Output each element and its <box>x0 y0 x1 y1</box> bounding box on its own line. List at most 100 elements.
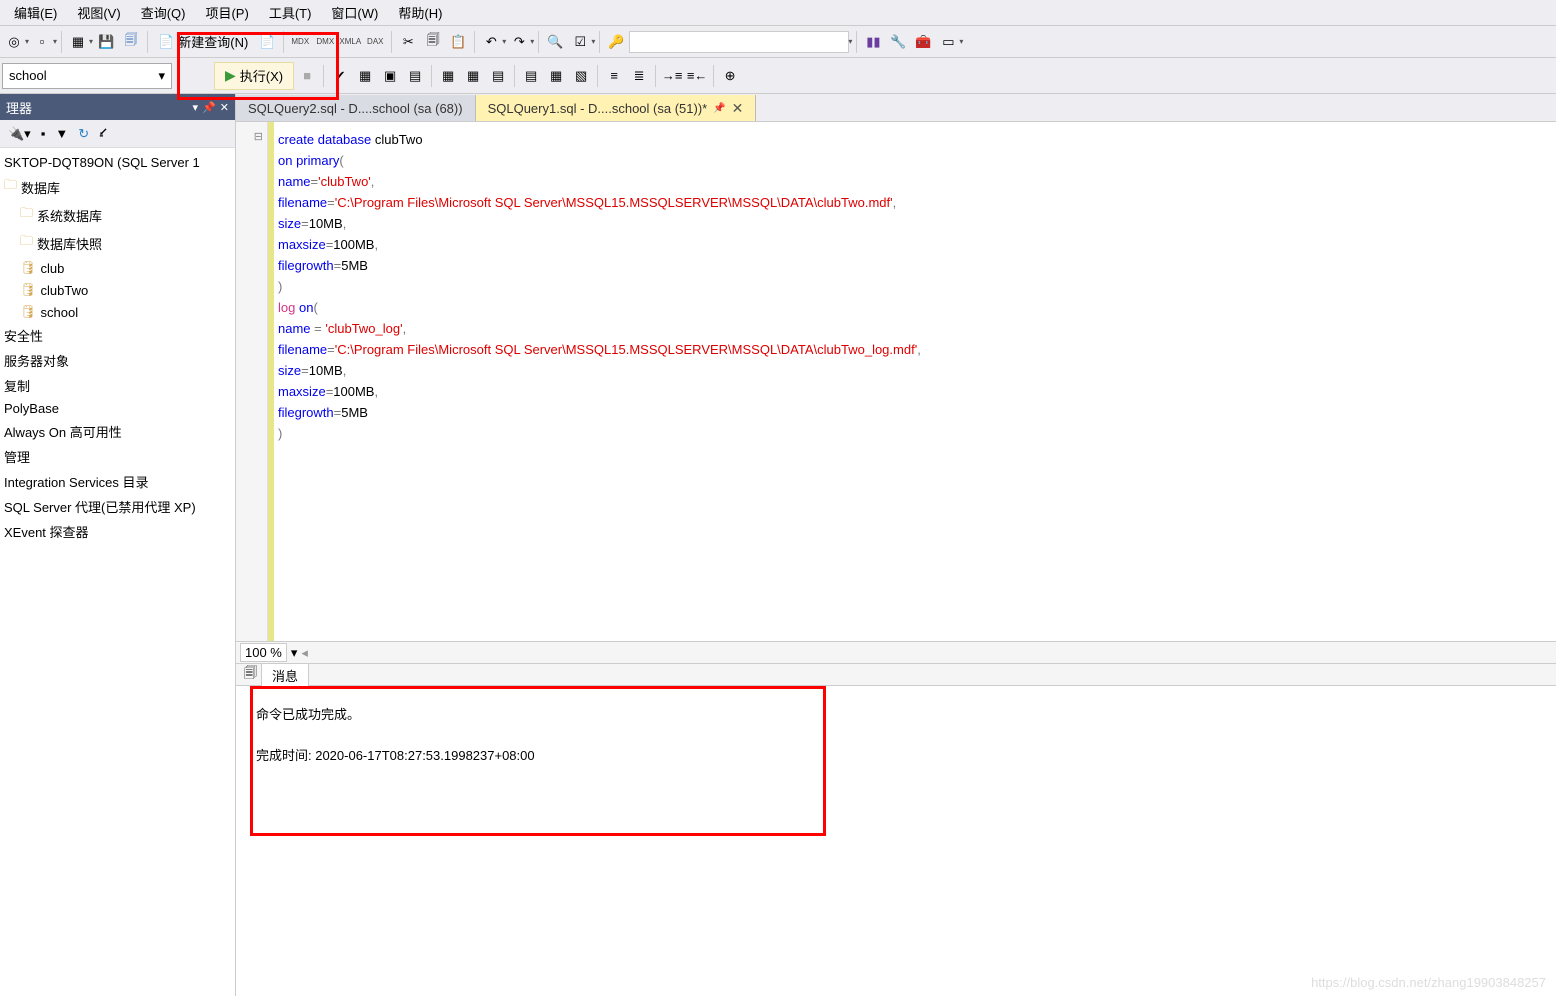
save-all-btn[interactable]: 🗐 <box>119 30 143 54</box>
dropdown-icon[interactable]: ▾ <box>89 37 93 46</box>
results-grid-btn[interactable]: ▦ <box>544 64 568 88</box>
dropdown-icon[interactable]: ▾ <box>959 37 963 46</box>
execute-label: 执行(X) <box>240 66 283 85</box>
scroll-left-icon[interactable]: ◂ <box>301 645 308 661</box>
menu-window[interactable]: 窗口(W) <box>321 1 388 24</box>
panel-close-icon[interactable]: ✕ <box>220 101 229 114</box>
messages-tab[interactable]: 消息 <box>261 663 309 687</box>
connect-icon[interactable]: 🔌▾ <box>8 126 31 142</box>
results-file-btn[interactable]: ▧ <box>569 64 593 88</box>
pin-icon[interactable]: 📌 <box>713 103 725 114</box>
server-node[interactable]: SKTOP-DQT89ON (SQL Server 1 <box>0 152 235 173</box>
menu-query[interactable]: 查询(Q) <box>131 1 196 24</box>
dropdown-icon[interactable]: ▾ <box>25 37 29 46</box>
dropdown-icon[interactable]: ▾ <box>502 37 506 46</box>
tree-item-7[interactable]: 服务器对象 <box>0 348 235 373</box>
comment-btn[interactable]: ≡ <box>602 64 626 88</box>
database-icon: 🛢 <box>20 260 37 276</box>
tree-item-3[interactable]: 🛢 club <box>0 257 235 279</box>
menu-view[interactable]: 视图(V) <box>67 1 130 24</box>
tree-item-label: 数据库快照 <box>37 234 102 253</box>
ssms-btn[interactable]: ▤ <box>403 64 427 88</box>
tree-item-label: PolyBase <box>4 401 59 416</box>
clientstats-btn[interactable]: ▤ <box>486 64 510 88</box>
tree-item-14[interactable]: XEvent 探查器 <box>0 519 235 544</box>
tree-item-12[interactable]: Integration Services 目录 <box>0 469 235 494</box>
tree-item-10[interactable]: Always On 高可用性 <box>0 419 235 444</box>
copy-btn[interactable]: 🗐 <box>421 30 445 54</box>
dmx-btn[interactable]: DMX <box>313 30 337 54</box>
dropdown-icon[interactable]: ▾ <box>591 37 595 46</box>
stop-btn[interactable]: ■ <box>295 64 319 88</box>
xmla-btn[interactable]: XMLA <box>338 30 362 54</box>
panel-dropdown-icon[interactable]: ▾ <box>193 101 199 114</box>
menu-tools[interactable]: 工具(T) <box>259 1 322 24</box>
tree-item-1[interactable]: 🗀系统数据库 <box>0 201 235 229</box>
parse-btn[interactable]: ✔ <box>328 64 352 88</box>
search-input[interactable] <box>629 31 849 53</box>
message-icon: 🗐 <box>244 664 257 686</box>
tree-item-9[interactable]: PolyBase <box>0 398 235 419</box>
window-btn[interactable]: ▭ <box>936 30 960 54</box>
tab-sqlquery1[interactable]: SQLQuery1.sql - D....school (sa (51))* 📌… <box>476 95 757 121</box>
tree-item-label: 系统数据库 <box>37 206 102 225</box>
message-output: 命令已成功完成。 完成时间: 2020-06-17T08:27:53.19982… <box>244 694 1548 780</box>
toolbox-btn[interactable]: 🧰 <box>911 30 935 54</box>
tree-item-4[interactable]: 🛢clubTwo <box>0 279 235 301</box>
dropdown-icon[interactable]: ▾ <box>291 645 298 661</box>
activity-icon[interactable]: ⭹ <box>99 123 107 145</box>
find-btn[interactable]: 🔑 <box>604 30 628 54</box>
save-btn[interactable]: 💾 <box>94 30 118 54</box>
database-selector[interactable]: school ▾ <box>2 63 172 89</box>
uncomment-btn[interactable]: ≣ <box>627 64 651 88</box>
vs-btn[interactable]: ▮▮ <box>861 30 885 54</box>
execute-button[interactable]: ▶ 执行(X) <box>214 62 294 90</box>
object-tree[interactable]: SKTOP-DQT89ON (SQL Server 1 🗀数据库🗀系统数据库🗀数… <box>0 148 235 996</box>
object-explorer: 理器 ▾ 📌 ✕ 🔌▾ ▪ ▼ ↻ ⭹ SKTOP-DQT89ON (SQL S… <box>0 94 236 996</box>
tree-item-2[interactable]: 🗀数据库快照 <box>0 229 235 257</box>
dax-btn[interactable]: DAX <box>363 30 387 54</box>
disconnect-icon[interactable]: ▪ <box>41 126 46 141</box>
panel-pin-icon[interactable]: 📌 <box>202 101 216 114</box>
new-item-btn[interactable]: ▦ <box>66 30 90 54</box>
tree-item-6[interactable]: 安全性 <box>0 323 235 348</box>
outdent-btn[interactable]: ≡← <box>685 64 709 88</box>
refresh-icon[interactable]: ↻ <box>78 126 89 142</box>
filter-icon[interactable]: ▼ <box>55 126 68 141</box>
code-editor[interactable]: create database clubTwo on primary( name… <box>274 122 1556 641</box>
paste-btn[interactable]: 📋 <box>446 30 470 54</box>
tree-item-0[interactable]: 🗀数据库 <box>0 173 235 201</box>
menu-project[interactable]: 项目(P) <box>195 1 258 24</box>
tree-item-5[interactable]: 🛢school <box>0 301 235 323</box>
new-query-btn[interactable]: 📄 新建查询(N) <box>152 30 254 54</box>
redo-btn[interactable]: ↷ <box>507 30 531 54</box>
undo-btn[interactable]: ↶ <box>479 30 503 54</box>
dropdown-icon[interactable]: ▾ <box>53 37 57 46</box>
nav-fwd-btn[interactable]: ▫ <box>30 30 54 54</box>
menu-edit[interactable]: 编辑(E) <box>4 1 67 24</box>
tree-item-13[interactable]: SQL Server 代理(已禁用代理 XP) <box>0 494 235 519</box>
tab-sqlquery2[interactable]: SQLQuery2.sql - D....school (sa (68)) <box>236 95 476 121</box>
livestats-btn[interactable]: ▦ <box>461 64 485 88</box>
nav-back-btn[interactable]: ◎ <box>2 30 26 54</box>
zoom-btn[interactable]: 🔍 <box>543 30 567 54</box>
tree-item-8[interactable]: 复制 <box>0 373 235 398</box>
zoom-level[interactable]: 100 % <box>240 643 287 662</box>
tree-item-label: club <box>41 261 65 276</box>
query-script-btn[interactable]: 📄 <box>255 30 279 54</box>
results-text-btn[interactable]: ▤ <box>519 64 543 88</box>
wrench-btn[interactable]: 🔧 <box>886 30 910 54</box>
estplan-btn[interactable]: ▦ <box>353 64 377 88</box>
includeplan-btn[interactable]: ▦ <box>436 64 460 88</box>
queryopt-btn[interactable]: ▣ <box>378 64 402 88</box>
dropdown-icon[interactable]: ▾ <box>848 37 852 46</box>
menu-help[interactable]: 帮助(H) <box>388 1 452 24</box>
prop-btn[interactable]: ☑ <box>568 30 592 54</box>
mdx-btn[interactable]: MDX <box>288 30 312 54</box>
close-icon[interactable]: ✕ <box>732 100 744 117</box>
indent-btn[interactable]: →≡ <box>660 64 684 88</box>
dropdown-icon[interactable]: ▾ <box>530 37 534 46</box>
specify-values-btn[interactable]: ⊕ <box>718 64 742 88</box>
tree-item-11[interactable]: 管理 <box>0 444 235 469</box>
cut-btn[interactable]: ✂ <box>396 30 420 54</box>
